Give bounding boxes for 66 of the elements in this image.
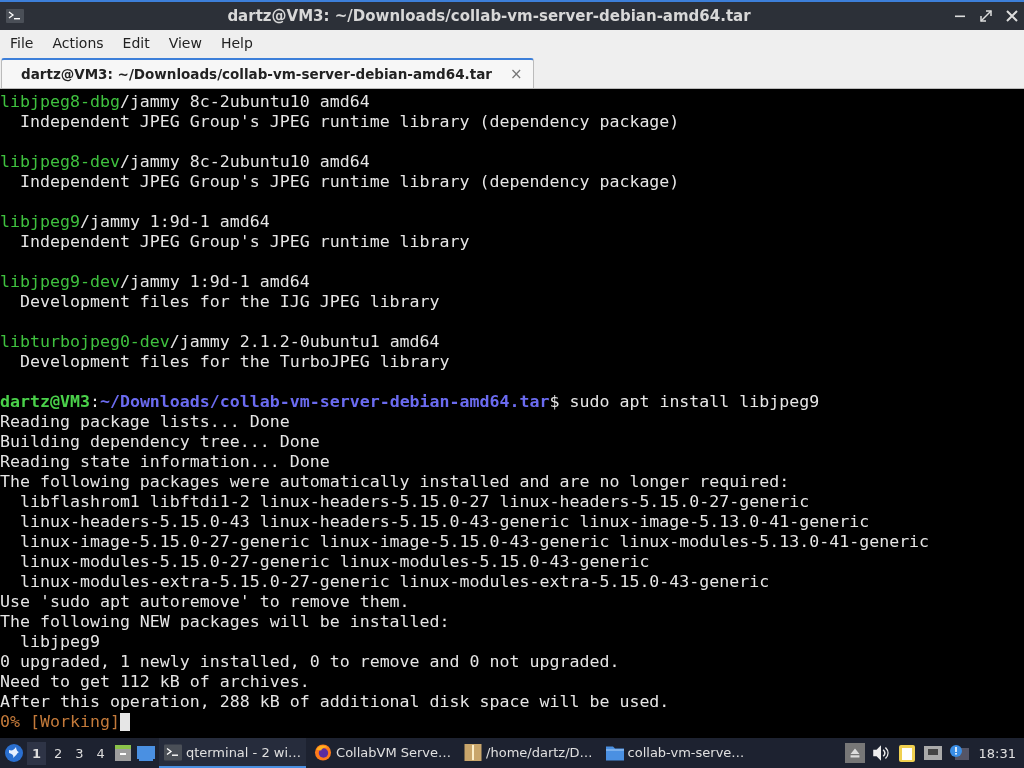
clipboard-icon[interactable]: [896, 743, 917, 763]
terminal-text: Building dependency tree... Done: [0, 432, 320, 452]
terminal-text: 0 upgraded, 1 newly installed, 0 to remove and 0 not upgraded.: [0, 652, 620, 672]
terminal-text: libjpeg9-dev: [0, 272, 120, 292]
desktop-switch-button[interactable]: 1: [27, 741, 47, 765]
menu-item[interactable]: Edit: [114, 35, 158, 51]
terminal-text: Reading state information... Done: [0, 452, 330, 472]
terminal-tab[interactable]: dartz@VM3: ~/Downloads/collab-vm-server-debian-amd64.tar ×: [1, 58, 534, 88]
terminal-text: linux-modules-5.15.0-27-generic linux-modules-5.15.0-43-generic: [18, 552, 650, 572]
menu-item[interactable]: View: [160, 35, 210, 51]
terminal-text: ~/Downloads/collab-vm-server-debian-amd64.tar: [99, 392, 550, 412]
terminal-text: Development files for the TurboJPEG library: [18, 352, 450, 372]
terminal-text: libjpeg9: [18, 632, 100, 652]
terminal-text: Use 'sudo apt autoremove' to remove them.: [0, 592, 410, 612]
terminal-text: Need to get 112 kB of archives.: [0, 672, 310, 692]
desktop-switch-button[interactable]: 4: [91, 741, 110, 765]
terminal-text: /jammy 8c-2ubuntu10 amd64: [119, 152, 370, 172]
terminal-text: linux-image-5.15.0-27-generic linux-image-5.15.0-43-generic linux-modules-5.13.0-41-generic: [18, 532, 930, 552]
terminal-text: After this operation, 288 kB of additional disk space will be used.: [0, 692, 670, 712]
close-icon[interactable]: [1006, 10, 1018, 22]
terminal-text: Independent JPEG Group's JPEG runtime library (dependency package): [18, 172, 680, 192]
terminal-text: linux-modules-extra-5.15.0-27-generic linux-modules-extra-5.15.0-43-generic: [18, 572, 770, 592]
terminal-text: The following NEW packages will be installed:: [0, 612, 450, 632]
terminal-text: Development files for the IJG JPEG library: [18, 292, 440, 312]
archive-icon: [464, 743, 483, 761]
terminal-text: libturbojpeg0-dev: [0, 332, 170, 352]
terminal-text: /jammy 2.1.2-0ubuntu1 amd64: [169, 332, 440, 352]
maximize-icon[interactable]: [980, 10, 992, 22]
taskbar-task[interactable]: /home/dartz/D…: [459, 738, 598, 768]
menu-item[interactable]: Actions: [44, 35, 112, 51]
terminal-text: /jammy 1:9d-1 amd64: [119, 272, 310, 292]
terminal-text: libjpeg8-dev: [0, 152, 120, 172]
terminal-text: /jammy 8c-2ubuntu10 amd64: [119, 92, 370, 112]
terminal-icon: [6, 9, 24, 23]
terminal-text: :: [89, 392, 100, 412]
show-desktop-icon[interactable]: [135, 743, 156, 763]
terminal-icon: [163, 743, 182, 761]
terminal-text: dartz@VM3: [0, 392, 90, 412]
volume-icon[interactable]: [870, 743, 891, 763]
terminal-text: /jammy 1:9d-1 amd64: [79, 212, 270, 232]
window-title: dartz@VM3: ~/Downloads/collab-vm-server-debian-amd64.tar: [226, 7, 752, 25]
notification-icon[interactable]: [948, 743, 969, 763]
terminal-text: Independent JPEG Group's JPEG runtime library: [18, 232, 470, 252]
eject-icon[interactable]: [844, 743, 865, 763]
taskbar-task[interactable]: qterminal - 2 wi…: [158, 738, 307, 768]
menu-item[interactable]: Help: [212, 35, 261, 51]
terminal-text: The following packages were automatically installed and are no longer required:: [0, 472, 790, 492]
terminal-text: 0% [Working]: [0, 712, 120, 732]
taskbar-task[interactable]: CollabVM Serve…: [309, 738, 457, 768]
network-icon[interactable]: [922, 743, 943, 763]
clock: 18:31: [978, 745, 1016, 761]
start-menu-icon[interactable]: [4, 743, 24, 763]
terminal-text: libjpeg9: [0, 212, 80, 232]
terminal-text: Reading package lists... Done: [0, 412, 290, 432]
taskbar-task[interactable]: collab-vm-serve…: [600, 738, 750, 768]
terminal-text: libjpeg8-dbg: [0, 92, 120, 112]
menu-item[interactable]: File: [2, 35, 42, 51]
terminal-text: libflashrom1 libftdi1-2 linux-headers-5.15.0-27 linux-headers-5.15.0-27-generic: [18, 492, 810, 512]
desktop-switch-button[interactable]: 3: [70, 741, 89, 765]
terminal-text: linux-headers-5.15.0-43 linux-headers-5.15.0-43-generic linux-image-5.13.0-41-generic: [18, 512, 870, 532]
archive-icon[interactable]: [112, 743, 133, 763]
browser-icon: [314, 743, 333, 761]
terminal-text: $ sudo apt install libjpeg9: [549, 392, 820, 412]
terminal-text: Independent JPEG Group's JPEG runtime library (dependency package): [18, 112, 680, 132]
desktop-switch-button[interactable]: 2: [49, 741, 68, 765]
tab-close-button[interactable]: ×: [509, 65, 523, 83]
